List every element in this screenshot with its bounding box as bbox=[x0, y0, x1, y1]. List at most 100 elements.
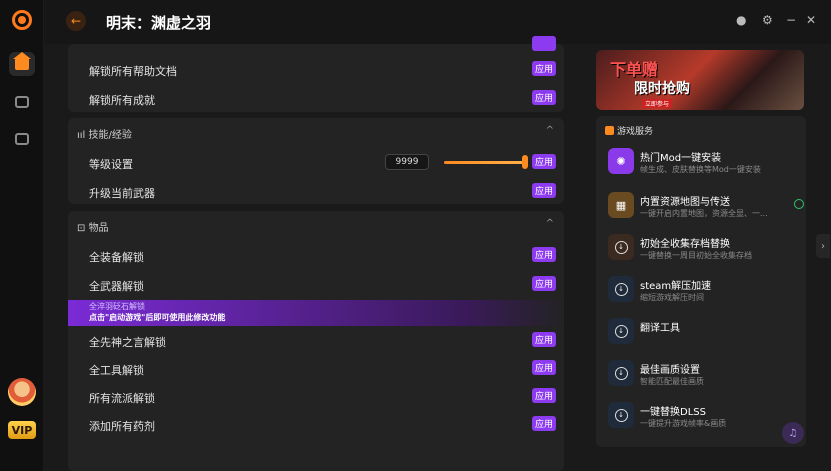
row-all-weapons: 全武器解锁 应用 bbox=[68, 271, 564, 299]
service-desc: 智能匹配最佳画质 bbox=[640, 377, 704, 386]
service-mod-install[interactable]: ✺ 热门Mod一键安装 帧生成、皮肤替换等Mod一键安装 bbox=[608, 146, 798, 182]
row-level: 等级设置 9999 应用 bbox=[68, 149, 564, 177]
vip-badge[interactable]: VIP bbox=[8, 421, 36, 439]
panel-unlocks: 解锁所有帮助文档 应用 解锁所有成就 应用 bbox=[68, 36, 564, 113]
apply-button[interactable]: 应用 bbox=[532, 276, 556, 291]
service-map[interactable]: ▦ 内置资源地图与传送 一键开启内置地图，资源全显、一... bbox=[608, 190, 804, 226]
banner-headline: 下单赠 bbox=[610, 60, 659, 79]
row-upgrade-weapon: 升级当前武器 应用 bbox=[68, 178, 564, 206]
section-title: ııl 技能/经验 bbox=[77, 130, 132, 141]
apply-button[interactable]: 应用 bbox=[532, 154, 556, 169]
settings-icon[interactable]: ⚙ bbox=[762, 13, 773, 27]
row-label: 添加所有药剂 bbox=[89, 420, 155, 433]
row-label: 所有流派解锁 bbox=[89, 392, 155, 405]
storage-button[interactable] bbox=[9, 127, 35, 151]
row-label: 全装备解锁 bbox=[89, 251, 144, 264]
service-translate[interactable]: ↓ 翻译工具 bbox=[608, 316, 798, 352]
section-header-skills[interactable]: ııl 技能/经验 ^ bbox=[68, 118, 564, 146]
download-icon: ↓ bbox=[608, 360, 634, 386]
home-button[interactable] bbox=[9, 52, 35, 76]
row-achievements: 解锁所有成就 应用 bbox=[68, 85, 564, 113]
title-bar: ← 明末：渊虚之羽 ● ⚙ − ✕ bbox=[44, 0, 831, 44]
row-label: 全工具解锁 bbox=[89, 364, 144, 377]
box-icon bbox=[15, 133, 29, 145]
download-icon: ↓ bbox=[608, 318, 634, 344]
download-icon: ↓ bbox=[608, 402, 634, 428]
map-icon: ▦ bbox=[608, 192, 634, 218]
service-dlss[interactable]: ↓ 一键替换DLSS 一键提升游戏帧率&画质 bbox=[608, 400, 798, 436]
banner-tag[interactable]: 立即参与 bbox=[642, 99, 673, 108]
apply-button[interactable]: 应用 bbox=[532, 61, 556, 76]
section-header-items[interactable]: ⊡ 物品 ^ bbox=[68, 211, 564, 239]
close-icon[interactable]: ✕ bbox=[806, 13, 816, 27]
row-label: 升级当前武器 bbox=[89, 187, 155, 200]
service-title: 一键替换DLSS bbox=[640, 407, 706, 418]
app-logo bbox=[12, 10, 32, 30]
row-label: 解锁所有成就 bbox=[89, 94, 155, 107]
apply-button[interactable]: 应用 bbox=[532, 183, 556, 198]
service-title: 最佳画质设置 bbox=[640, 365, 700, 376]
service-graphics[interactable]: ↓ 最佳画质设置 智能匹配最佳画质 bbox=[608, 358, 798, 394]
chevron-up-icon[interactable]: ^ bbox=[546, 125, 554, 136]
service-title: steam解压加速 bbox=[640, 281, 712, 292]
sidebar: VIP bbox=[0, 0, 44, 471]
user-avatar[interactable] bbox=[8, 378, 36, 406]
services-header: 游戏服务 bbox=[605, 124, 653, 137]
apply-button[interactable]: 应用 bbox=[532, 360, 556, 375]
service-desc: 一键替换一周目初始全收集存档 bbox=[640, 251, 752, 260]
level-input[interactable]: 9999 bbox=[385, 154, 429, 170]
banner-subline: 限时抢购 bbox=[634, 81, 690, 97]
promo-banner[interactable]: 下单赠 限时抢购 立即参与 bbox=[596, 50, 804, 110]
chevron-right-icon: › bbox=[821, 240, 825, 252]
service-title: 翻译工具 bbox=[640, 323, 680, 334]
panel-skills: ııl 技能/经验 ^ 等级设置 9999 应用 升级当前武器 应用 bbox=[68, 118, 564, 204]
row-label: 全武器解锁 bbox=[89, 280, 144, 293]
service-steam-unpack[interactable]: ↓ steam解压加速 缩短游戏解压时间 bbox=[608, 274, 798, 310]
row-schools: 所有流派解锁 应用 bbox=[68, 383, 564, 411]
box-icon: ⊡ bbox=[77, 223, 89, 234]
apply-button[interactable]: 应用 bbox=[532, 247, 556, 262]
apply-button-clipped[interactable] bbox=[532, 36, 556, 51]
expand-panel-button[interactable]: › bbox=[816, 234, 830, 258]
headset-icon: ♫ bbox=[788, 427, 798, 439]
service-save-replace[interactable]: ↓ 初始全收集存档替换 一键替换一周目初始全收集存档 bbox=[608, 232, 798, 268]
service-title: 内置资源地图与传送 bbox=[640, 197, 730, 208]
apply-button[interactable]: 应用 bbox=[532, 388, 556, 403]
bars-icon: ııl bbox=[77, 130, 89, 141]
apply-button[interactable]: 应用 bbox=[532, 332, 556, 347]
games-button[interactable] bbox=[9, 90, 35, 114]
service-title: 热门Mod一键安装 bbox=[640, 153, 722, 164]
game-title: 明末：渊虚之羽 bbox=[106, 14, 212, 32]
support-button[interactable]: ♫ bbox=[782, 422, 804, 444]
notice-row: 全淬羽砭石解锁 点击"启动游戏"后即可使用此修改功能 bbox=[68, 300, 564, 326]
service-title: 初始全收集存档替换 bbox=[640, 239, 730, 250]
home-icon bbox=[13, 52, 31, 70]
arrow-left-icon: ← bbox=[70, 14, 82, 28]
service-desc: 缩短游戏解压时间 bbox=[640, 293, 704, 302]
service-desc: 一键开启内置地图，资源全显、一... bbox=[640, 209, 768, 218]
apply-button[interactable]: 应用 bbox=[532, 416, 556, 431]
record-icon[interactable]: ● bbox=[736, 13, 746, 27]
chevron-up-icon[interactable]: ^ bbox=[546, 218, 554, 229]
level-slider[interactable] bbox=[444, 161, 524, 164]
row-label: 等级设置 bbox=[89, 158, 133, 171]
game-services-panel: 游戏服务 ✺ 热门Mod一键安装 帧生成、皮肤替换等Mod一键安装 ▦ 内置资源… bbox=[596, 116, 806, 447]
row-label: 解锁所有帮助文档 bbox=[89, 65, 177, 78]
plus-circle-icon[interactable] bbox=[794, 199, 804, 209]
back-button[interactable]: ← bbox=[66, 11, 86, 31]
services-icon bbox=[605, 126, 614, 135]
section-title: ⊡ 物品 bbox=[77, 223, 109, 234]
apply-button[interactable]: 应用 bbox=[532, 90, 556, 105]
main-area: 解锁所有帮助文档 应用 解锁所有成就 应用 ııl 技能/经验 ^ 等级设置 9… bbox=[44, 36, 831, 471]
row-all-equipment: 全装备解锁 应用 bbox=[68, 242, 564, 270]
gamepad-icon bbox=[15, 96, 29, 108]
slider-knob[interactable] bbox=[522, 155, 528, 169]
service-desc: 一键提升游戏帧率&画质 bbox=[640, 419, 727, 428]
service-desc: 帧生成、皮肤替换等Mod一键安装 bbox=[640, 165, 761, 174]
minimize-icon[interactable]: − bbox=[786, 13, 796, 27]
notice-title: 全淬羽砭石解锁 bbox=[89, 302, 145, 311]
row-help-docs: 解锁所有帮助文档 应用 bbox=[68, 56, 564, 84]
row-words: 全先神之言解锁 应用 bbox=[68, 327, 564, 355]
download-icon: ↓ bbox=[608, 234, 634, 260]
row-label: 全先神之言解锁 bbox=[89, 336, 166, 349]
